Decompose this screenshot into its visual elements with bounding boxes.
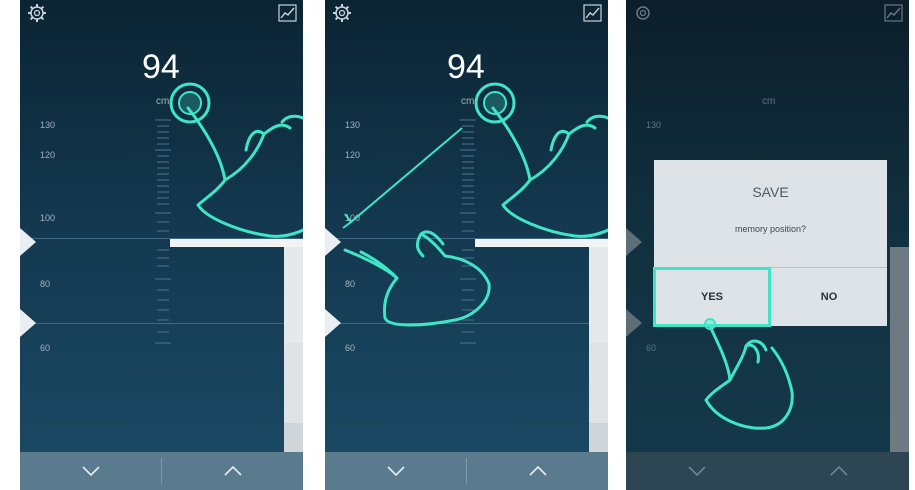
screen-panel-2: 94 cm 130 120 100 80 60 xyxy=(325,0,608,490)
move-up-button[interactable] xyxy=(467,452,608,490)
control-bar xyxy=(20,452,303,490)
control-bar xyxy=(626,452,909,490)
chevron-up-icon xyxy=(528,465,547,476)
screen-panel-1: 94 cm 130 120 100 80 60 xyxy=(20,0,303,490)
touch-gesture-overlay xyxy=(169,82,303,238)
chevron-down-icon xyxy=(81,466,100,477)
chevron-up-icon xyxy=(223,465,242,476)
screen-panel-3: cm 130 60 SAVE memory position? YES NO xyxy=(626,0,909,490)
move-down-button[interactable] xyxy=(626,452,767,490)
chevron-down-icon xyxy=(386,466,405,477)
move-up-button[interactable] xyxy=(162,452,303,490)
chevron-down-icon xyxy=(687,466,706,477)
chevron-up-icon xyxy=(829,465,848,476)
drag-gesture-overlay xyxy=(342,82,608,327)
control-bar xyxy=(325,452,608,490)
move-down-button[interactable] xyxy=(325,452,466,490)
move-down-button[interactable] xyxy=(20,452,161,490)
tap-gesture-overlay xyxy=(704,318,794,430)
move-up-button[interactable] xyxy=(768,452,909,490)
